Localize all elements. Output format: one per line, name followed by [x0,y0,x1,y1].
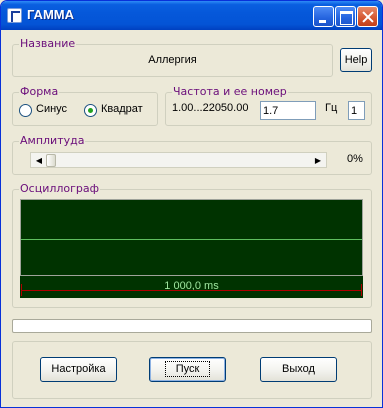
frequency-range: 1.00...22050.00 [172,102,249,114]
app-window: ГАММА Название Аллергия Help Форма Синус… [0,0,383,408]
settings-button[interactable]: Настройка [40,357,117,382]
frequency-group: Частота и ее номер 1.00...22050.00 Гц [165,85,372,126]
name-group: Название Аллергия [12,37,333,77]
time-bar: 1 000,0 ms [20,276,363,298]
oscilloscope-display [20,199,363,276]
help-button[interactable]: Help [340,48,372,72]
amplitude-group: Амплитуда ◀ ▶ 0% [12,134,372,175]
time-scale-right-tick [361,284,362,296]
minimize-button[interactable] [313,6,334,27]
start-button[interactable]: Пуск [149,357,226,382]
amplitude-scrollbar[interactable]: ◀ ▶ [30,152,327,168]
buttons-group: Настройка Пуск Выход [12,341,372,399]
title-bar[interactable]: ГАММА [1,1,382,30]
sine-label[interactable]: Синус [36,103,67,115]
maximize-button[interactable] [335,6,356,27]
frequency-number-input[interactable] [348,101,365,120]
time-scale-left-tick [21,284,22,296]
sine-radio[interactable] [19,104,32,117]
square-label[interactable]: Квадрат [101,103,143,115]
frequency-group-label: Частота и ее номер [172,85,288,99]
amplitude-group-label: Амплитуда [19,134,86,148]
amplitude-thumb[interactable] [46,154,56,167]
form-group-label: Форма [19,85,60,99]
window-title: ГАММА [27,7,74,22]
close-button[interactable] [357,6,378,27]
amplitude-value: 0% [347,153,363,165]
form-group: Форма Синус Квадрат [12,85,158,126]
scroll-right-arrow-icon[interactable]: ▶ [311,154,325,167]
frequency-input[interactable] [260,101,316,120]
scroll-left-arrow-icon[interactable]: ◀ [32,154,46,167]
frequency-unit: Гц [325,102,338,114]
time-scale-line [21,290,362,291]
name-group-label: Название [19,37,77,51]
start-button-label: Пуск [164,361,211,377]
oscilloscope-trace [21,239,362,240]
oscilloscope-group: Осциллограф 1 000,0 ms [12,182,372,308]
progress-bar [12,319,372,333]
oscilloscope-group-label: Осциллограф [19,182,101,196]
exit-button[interactable]: Выход [260,357,337,382]
app-icon[interactable] [7,8,22,23]
preset-name: Аллергия [148,54,197,66]
square-radio[interactable] [84,104,97,117]
